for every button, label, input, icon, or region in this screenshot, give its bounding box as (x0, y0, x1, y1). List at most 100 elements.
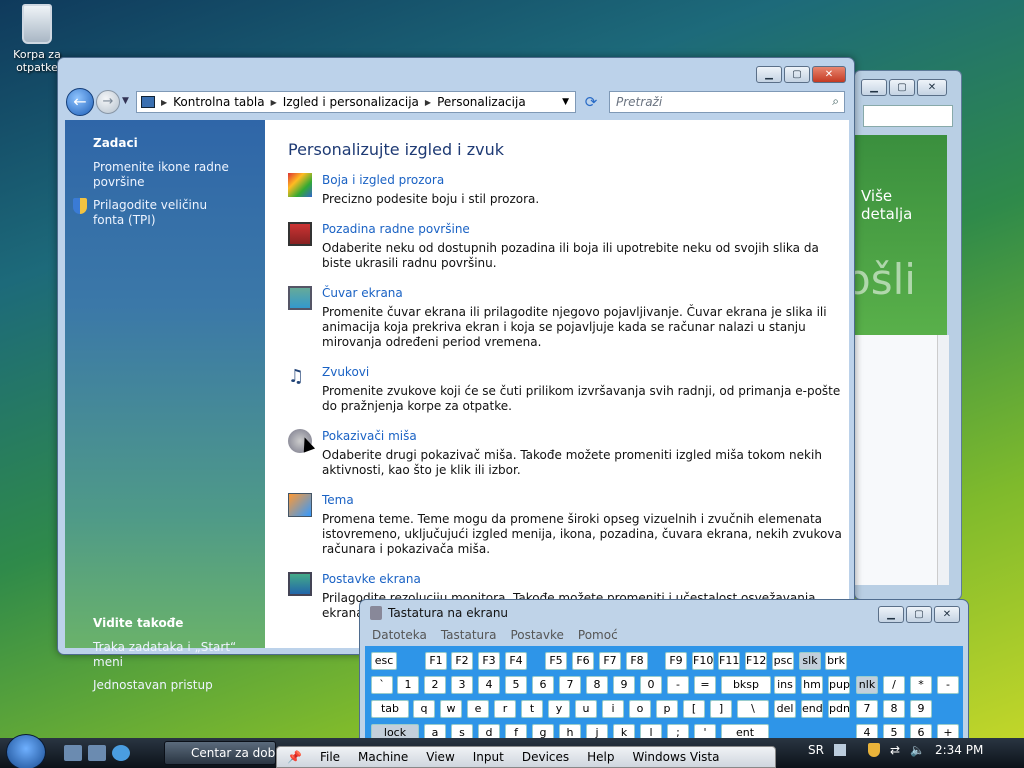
background-window[interactable]: ▁ ▢ ✕ Više detalja ošli (845, 70, 962, 600)
breadcrumb-item[interactable]: Personalizacija (437, 95, 526, 109)
minimize-button[interactable]: ▁ (878, 606, 904, 623)
address-bar[interactable]: ▶ Kontrolna tabla ▶ Izgled i personaliza… (136, 91, 576, 113)
key-F3-key[interactable]: F3 (478, 652, 500, 670)
key--key[interactable]: - (937, 676, 959, 694)
key--key[interactable]: / (883, 676, 905, 694)
key-nlk-key[interactable]: nlk (856, 676, 878, 694)
vm-menu-machine[interactable]: Machine (358, 750, 408, 764)
key--key[interactable]: - (667, 676, 689, 694)
key-9-key[interactable]: 9 (613, 676, 635, 694)
key-0-key[interactable]: 0 (640, 676, 662, 694)
recent-pages-dropdown[interactable]: ▼ (122, 96, 129, 106)
internet-explorer-icon[interactable] (112, 745, 130, 761)
key-t-key[interactable]: t (521, 700, 543, 718)
key-q-key[interactable]: q (413, 700, 435, 718)
key-w-key[interactable]: w (440, 700, 462, 718)
language-indicator[interactable]: SR (808, 743, 824, 757)
key--key[interactable]: = (694, 676, 716, 694)
key-hm-key[interactable]: hm (801, 676, 823, 694)
key-slk-key[interactable]: slk (799, 652, 821, 670)
key-esc-key[interactable]: esc (371, 652, 397, 670)
key--key[interactable]: ] (710, 700, 732, 718)
key-del-key[interactable]: del (774, 700, 796, 718)
breadcrumb-item[interactable]: Izgled i personalizacija (283, 95, 419, 109)
key-pdn-key[interactable]: pdn (828, 700, 850, 718)
item-title-link[interactable]: Tema (322, 493, 354, 507)
key-p-key[interactable]: p (656, 700, 678, 718)
menu-settings[interactable]: Postavke (510, 628, 563, 642)
key-e-key[interactable]: e (467, 700, 489, 718)
key-F7-key[interactable]: F7 (599, 652, 621, 670)
recycle-bin-desktop-icon[interactable]: Korpa za otpatke (12, 4, 62, 74)
address-dropdown-icon[interactable]: ▼ (556, 97, 575, 107)
taskbar-window-button[interactable]: Centar za dobro (164, 741, 276, 765)
close-button[interactable]: ✕ (934, 606, 960, 623)
vm-menu-help[interactable]: Help (587, 750, 614, 764)
key-F6-key[interactable]: F6 (572, 652, 594, 670)
vm-menu-file[interactable]: File (320, 750, 340, 764)
key-1-key[interactable]: 1 (397, 676, 419, 694)
item-title-link[interactable]: Pokazivači miša (322, 429, 417, 443)
key-F2-key[interactable]: F2 (451, 652, 473, 670)
key--key[interactable]: * (910, 676, 932, 694)
key-8-key[interactable]: 8 (586, 676, 608, 694)
key-2-key[interactable]: 2 (424, 676, 446, 694)
adjust-font-size-link[interactable]: Prilagodite veličinu fonta (TPI) (73, 198, 223, 228)
key-pup-key[interactable]: pup (828, 676, 850, 694)
vm-menu-input[interactable]: Input (473, 750, 504, 764)
key-y-key[interactable]: y (548, 700, 570, 718)
scrollbar[interactable] (937, 335, 949, 585)
clock[interactable]: 2:34 PM (935, 743, 983, 757)
key-F5-key[interactable]: F5 (545, 652, 567, 670)
key--key[interactable]: ` (371, 676, 393, 694)
key-u-key[interactable]: u (575, 700, 597, 718)
maximize-button[interactable]: ▢ (906, 606, 932, 623)
key-F11-key[interactable]: F11 (718, 652, 740, 670)
menu-keyboard[interactable]: Tastatura (441, 628, 497, 642)
ease-of-access-link[interactable]: Jednostavan pristup (93, 678, 243, 693)
refresh-icon[interactable]: ⟳ (580, 91, 602, 113)
item-title-link[interactable]: Čuvar ekrana (322, 286, 403, 300)
switch-windows-icon[interactable] (88, 745, 106, 761)
key-o-key[interactable]: o (629, 700, 651, 718)
key-F12-key[interactable]: F12 (745, 652, 767, 670)
personalization-window[interactable]: ▁ ▢ ✕ ← → ▼ ▶ Kontrolna tabla ▶ Izgled i… (57, 57, 855, 692)
close-button[interactable]: ✕ (917, 79, 947, 96)
key-i-key[interactable]: i (602, 700, 624, 718)
volume-icon[interactable]: 🔈 (910, 743, 925, 757)
security-shield-icon[interactable] (867, 743, 880, 757)
maximize-button[interactable]: ▢ (889, 79, 915, 96)
key-F9-key[interactable]: F9 (665, 652, 687, 670)
breadcrumb-item[interactable]: Kontrolna tabla (173, 95, 264, 109)
osk-title-bar[interactable]: Tastatura na ekranu (370, 606, 508, 620)
item-title-link[interactable]: Postavke ekrana (322, 572, 421, 586)
key--key[interactable]: \ (737, 700, 769, 718)
tray-icon[interactable] (833, 744, 846, 756)
key-4-key[interactable]: 4 (478, 676, 500, 694)
close-button[interactable]: ✕ (812, 66, 846, 83)
key-7-key[interactable]: 7 (856, 700, 878, 718)
key-F10-key[interactable]: F10 (692, 652, 714, 670)
search-input[interactable] (863, 105, 953, 127)
key-9-key[interactable]: 9 (910, 700, 932, 718)
key-psc-key[interactable]: psc (772, 652, 794, 670)
key-tab-key[interactable]: tab (371, 700, 409, 718)
pin-icon[interactable]: 📌 (287, 750, 302, 764)
key-F4-key[interactable]: F4 (505, 652, 527, 670)
minimize-button[interactable]: ▁ (756, 66, 782, 83)
key-F1-key[interactable]: F1 (425, 652, 447, 670)
network-icon[interactable]: ⇄ (890, 743, 900, 757)
forward-button[interactable]: → (96, 90, 120, 114)
start-button[interactable] (6, 734, 46, 768)
menu-file[interactable]: Datoteka (372, 628, 427, 642)
key-r-key[interactable]: r (494, 700, 516, 718)
key-8-key[interactable]: 8 (883, 700, 905, 718)
key-bksp-key[interactable]: bksp (721, 676, 771, 694)
search-input[interactable]: Pretraži ⌕ (609, 91, 845, 113)
title-bar[interactable]: ▁ ▢ ✕ (58, 58, 854, 88)
back-button[interactable]: ← (66, 88, 94, 116)
minimize-button[interactable]: ▁ (861, 79, 887, 96)
item-title-link[interactable]: Zvukovi (322, 365, 369, 379)
key-F8-key[interactable]: F8 (626, 652, 648, 670)
maximize-button[interactable]: ▢ (784, 66, 810, 83)
